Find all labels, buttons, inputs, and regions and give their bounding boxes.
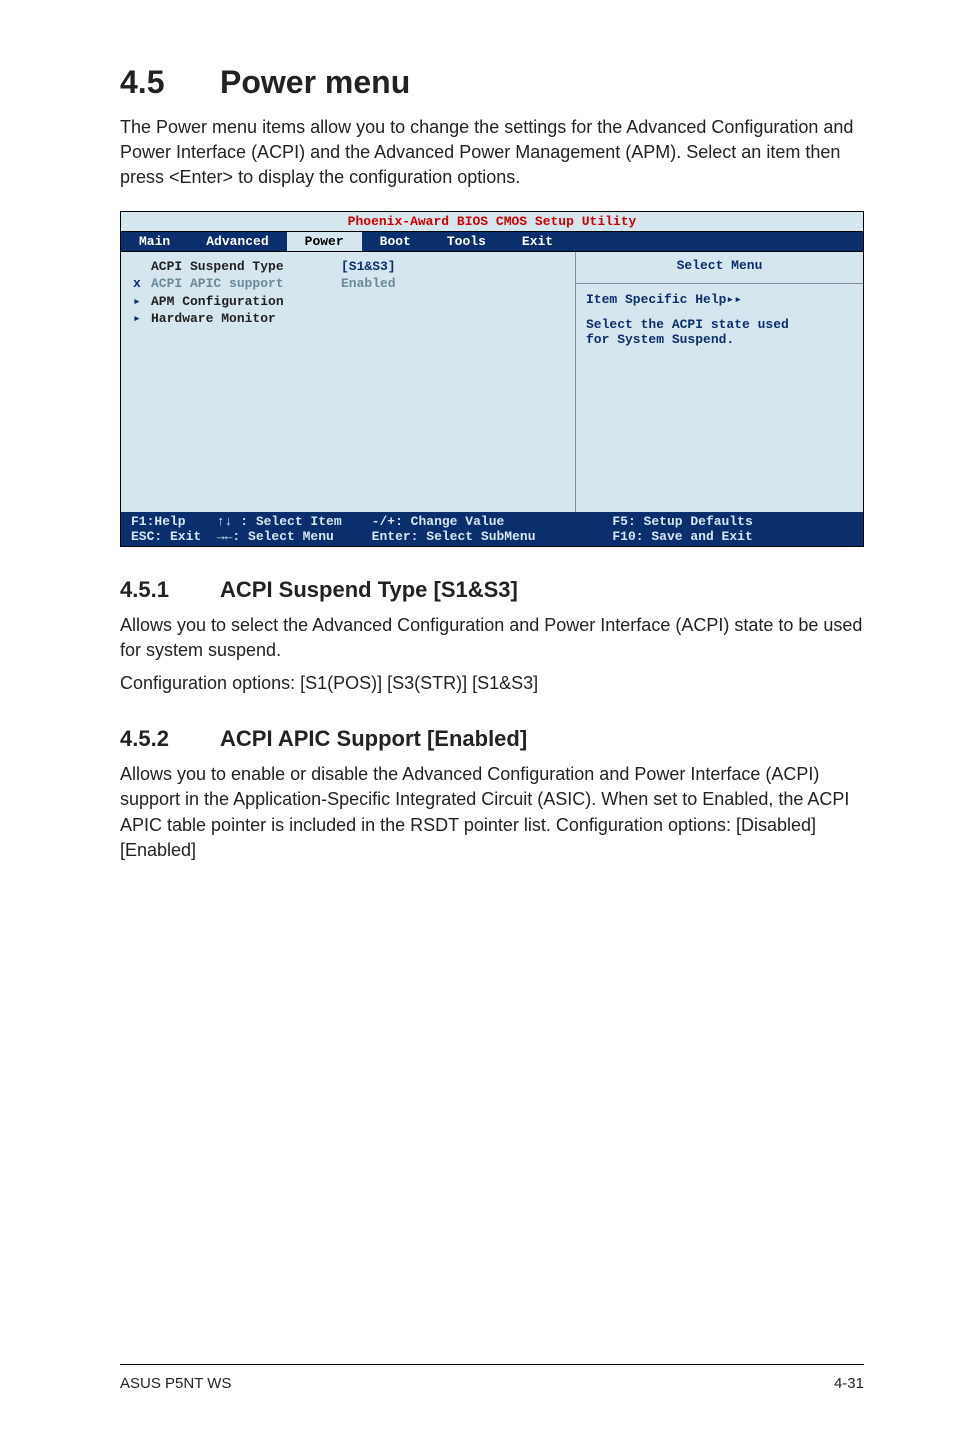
- bios-footer: F1:Help ↑↓ : Select ItemESC: Exit →←: Se…: [121, 512, 863, 546]
- bios-left-pane: ACPI Suspend Type [S1&S3] x ACPI APIC su…: [121, 252, 576, 512]
- main-heading: 4.5Power menu: [120, 64, 864, 101]
- bios-body: ACPI Suspend Type [S1&S3] x ACPI APIC su…: [121, 252, 863, 512]
- tab-boot[interactable]: Boot: [362, 232, 429, 251]
- row-label: APM Configuration: [151, 293, 341, 311]
- bios-item-hardware-monitor[interactable]: ▸ Hardware Monitor: [133, 310, 565, 328]
- footer-right: 4-31: [834, 1375, 864, 1392]
- tab-exit[interactable]: Exit: [504, 232, 571, 251]
- page-footer: ASUS P5NT WS 4-31: [0, 1364, 954, 1392]
- row-label: ACPI APIC support: [151, 275, 341, 293]
- row-value: [341, 293, 565, 311]
- row-gutter: [133, 258, 151, 276]
- footer-rule: [120, 1364, 864, 1365]
- footer-left: ASUS P5NT WS: [120, 1375, 231, 1392]
- submenu-icon: ▸: [133, 293, 151, 311]
- bios-screenshot: Phoenix-Award BIOS CMOS Setup Utility Ma…: [120, 211, 864, 547]
- row-label: ACPI Suspend Type: [151, 258, 341, 276]
- tab-main[interactable]: Main: [121, 232, 188, 251]
- row-value: [341, 310, 565, 328]
- bios-right-pane: Select Menu Item Specific Help▸▸ Select …: [576, 252, 863, 512]
- s452-p1: Allows you to enable or disable the Adva…: [120, 762, 864, 863]
- bios-title: Phoenix-Award BIOS CMOS Setup Utility: [121, 212, 863, 232]
- foot-col-1: F1:Help ↑↓ : Select ItemESC: Exit →←: Se…: [131, 514, 372, 544]
- subheading-451: 4.5.1ACPI Suspend Type [S1&S3]: [120, 577, 864, 603]
- heading-title: Power menu: [220, 64, 410, 100]
- row-label: Hardware Monitor: [151, 310, 341, 328]
- foot-col-2: -/+: Change ValueEnter: Select SubMenu: [372, 514, 613, 544]
- intro-paragraph: The Power menu items allow you to change…: [120, 115, 864, 191]
- row-value: [S1&S3]: [341, 258, 565, 276]
- bios-menubar: Main Advanced Power Boot Tools Exit: [121, 232, 863, 252]
- footer-row: ASUS P5NT WS 4-31: [120, 1375, 864, 1392]
- foot-col-3: F5: Setup DefaultsF10: Save and Exit: [612, 514, 853, 544]
- s451-p2: Configuration options: [S1(POS)] [S3(STR…: [120, 671, 864, 696]
- right-divider: [576, 283, 863, 284]
- tab-tools[interactable]: Tools: [429, 232, 504, 251]
- bios-item-acpi-apic: x ACPI APIC support Enabled: [133, 275, 565, 293]
- subheading-number: 4.5.2: [120, 726, 220, 752]
- subheading-title: ACPI APIC Support [Enabled]: [220, 726, 527, 751]
- subheading-title: ACPI Suspend Type [S1&S3]: [220, 577, 518, 602]
- tab-advanced[interactable]: Advanced: [188, 232, 286, 251]
- bios-item-apm-config[interactable]: ▸ APM Configuration: [133, 293, 565, 311]
- submenu-icon: ▸: [133, 310, 151, 328]
- help-line: for System Suspend.: [586, 332, 853, 347]
- row-value: Enabled: [341, 275, 565, 293]
- heading-number: 4.5: [120, 64, 220, 101]
- s451-p1: Allows you to select the Advanced Config…: [120, 613, 864, 663]
- page-content: 4.5Power menu The Power menu items allow…: [0, 0, 954, 863]
- subheading-number: 4.5.1: [120, 577, 220, 603]
- tab-power[interactable]: Power: [287, 232, 362, 251]
- help-line: Item Specific Help▸▸: [586, 292, 853, 307]
- row-gutter: x: [133, 275, 151, 293]
- select-menu-title: Select Menu: [586, 258, 853, 273]
- help-line: Select the ACPI state used: [586, 317, 853, 332]
- bios-item-acpi-suspend[interactable]: ACPI Suspend Type [S1&S3]: [133, 258, 565, 276]
- subheading-452: 4.5.2ACPI APIC Support [Enabled]: [120, 726, 864, 752]
